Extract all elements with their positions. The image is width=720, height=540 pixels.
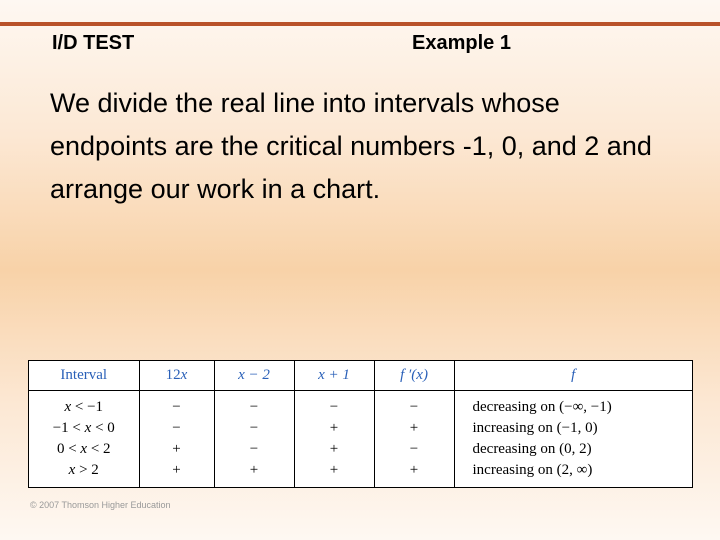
copyright-text: © 2007 Thomson Higher Education [30,500,171,510]
col-xminus2: x − 2 [214,361,294,391]
cell-interval: −1 < x < 0 [29,418,139,439]
slide-header: I/D TEST Example 1 [52,32,672,55]
cell-sign: + [374,460,454,481]
cell-sign: − [214,418,294,439]
sign-chart: Interval 1212xx x − 2 x + 1 f ′(x) f x <… [28,360,693,488]
cell-desc: decreasing on (−∞, −1) [454,397,692,418]
table-header-row: Interval 1212xx x − 2 x + 1 f ′(x) f [29,361,692,391]
col-fprime: f ′(x) [374,361,454,391]
table-row: 0 < x < 2 + − + − decreasing on (0, 2) [29,439,692,460]
cell-sign: + [139,439,214,460]
cell-sign: − [374,439,454,460]
col-xplus1: x + 1 [294,361,374,391]
table-row: x > 2 + + + + increasing on (2, ∞) [29,460,692,481]
col-interval: Interval [29,361,139,391]
cell-sign: − [139,397,214,418]
cell-sign: − [214,439,294,460]
cell-sign: − [374,397,454,418]
col-12x: 1212xx [139,361,214,391]
table-row: x < −1 − − − − decreasing on (−∞, −1) [29,397,692,418]
cell-sign: − [214,397,294,418]
cell-interval: x < −1 [29,397,139,418]
cell-desc: increasing on (−1, 0) [454,418,692,439]
cell-sign: + [374,418,454,439]
accent-bar [0,22,720,26]
cell-interval: x > 2 [29,460,139,481]
cell-sign: + [139,460,214,481]
section-title: I/D TEST [52,32,362,55]
cell-sign: + [294,439,374,460]
cell-sign: − [139,418,214,439]
cell-desc: decreasing on (0, 2) [454,439,692,460]
table-row: −1 < x < 0 − − + + increasing on (−1, 0) [29,418,692,439]
cell-interval: 0 < x < 2 [29,439,139,460]
body-paragraph: We divide the real line into intervals w… [50,82,670,212]
cell-desc: increasing on (2, ∞) [454,460,692,481]
col-f: f [454,361,692,391]
cell-sign: + [294,418,374,439]
cell-sign: − [294,397,374,418]
sign-chart-table: Interval 1212xx x − 2 x + 1 f ′(x) f x <… [29,361,692,487]
cell-sign: + [294,460,374,481]
example-label: Example 1 [362,32,672,55]
cell-sign: + [214,460,294,481]
